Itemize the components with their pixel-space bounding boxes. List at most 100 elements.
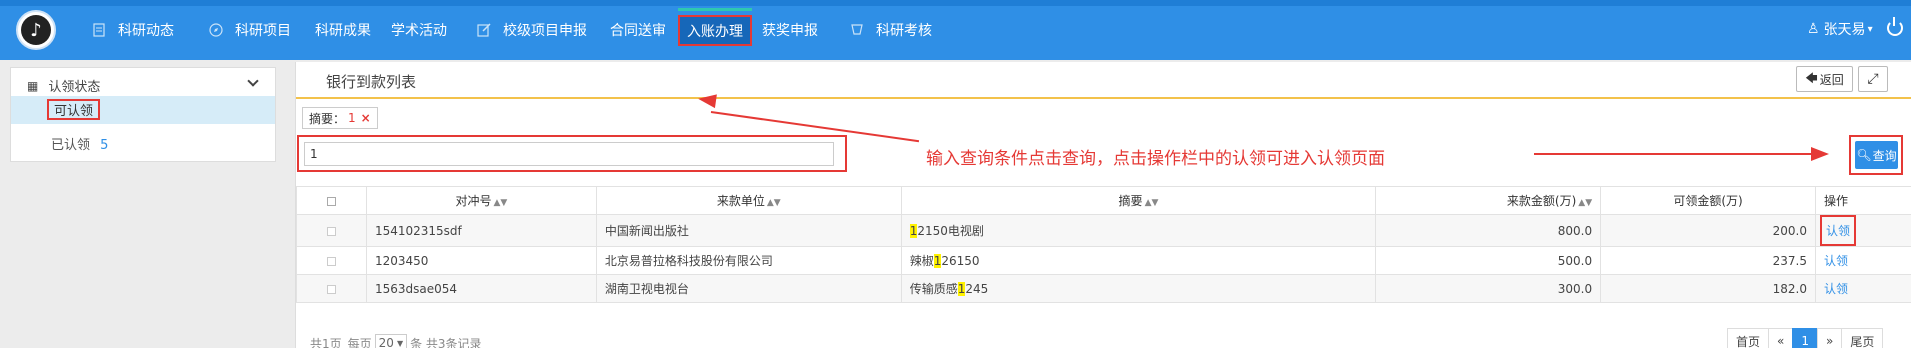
logo-mark-icon: ♪ — [21, 15, 51, 45]
annotation-arrow-left-head — [697, 91, 717, 109]
chevron-down-icon: ▼ — [396, 338, 404, 348]
search-icon: 🔍︎ — [1856, 148, 1872, 162]
nav-item-academic[interactable]: 学术活动 — [391, 18, 447, 42]
filter-label: 摘要： — [309, 111, 346, 126]
nav-item-projects[interactable]: 科研项目 — [209, 18, 291, 42]
table-footer: 共1页 每页 20 ▼ 条 共3条记录 — [310, 334, 482, 348]
per-page-label: 每页 — [347, 336, 372, 348]
cell-action: 认领 — [1815, 246, 1911, 275]
cell-action: 认领 — [1815, 214, 1911, 247]
row-checkbox[interactable] — [296, 214, 367, 247]
compass-icon — [209, 23, 223, 37]
user-menu[interactable]: ♙ 张天易 ▾ — [1807, 19, 1873, 39]
cell-summary: 辣椒126150 — [900, 246, 1377, 275]
nav-item-label: 学术活动 — [391, 23, 447, 39]
cell-code: 154102315sdf — [365, 214, 597, 247]
close-icon[interactable]: × — [361, 111, 371, 125]
sidebar-header-label: 认领状态 — [48, 80, 101, 95]
column-header[interactable]: 来款金额(万) ▲▼ — [1375, 186, 1602, 215]
sort-icon: ▲▼ — [766, 198, 781, 208]
claim-link[interactable]: 认领 — [1824, 282, 1848, 296]
sidebar-item-label: 已认领 — [51, 138, 91, 153]
grid-icon: ▦ — [27, 78, 39, 93]
main-panel: 银行到款列表 🡄 返回 ⤢ 摘要： 1 × 输入查询条件点击查询，点击操作栏中的… — [295, 62, 1911, 348]
data-table: 对冲号 ▲▼ 来款单位 ▲▼ 摘要 ▲▼ 来款金额(万) ▲▼ 可领金额(万) 操作 1… — [296, 186, 1911, 303]
nav-item-assessment[interactable]: 科研考核 — [850, 18, 932, 42]
nav-item-label: 校级项目申报 — [503, 23, 587, 39]
nav-item-contract[interactable]: 合同送审 — [610, 18, 666, 42]
prev-page-button[interactable]: « — [1768, 328, 1794, 348]
count-badge: 5 — [100, 138, 109, 153]
sidebar-item-label[interactable]: 可认领 — [47, 99, 101, 120]
back-button[interactable]: 🡄 返回 — [1796, 66, 1853, 92]
logo[interactable]: ♪ — [16, 10, 56, 50]
query-button-highlight: 🔍︎ 查询 — [1849, 135, 1903, 175]
power-icon[interactable] — [1887, 17, 1903, 36]
nav-top-strip — [0, 0, 1911, 6]
column-header[interactable]: 摘要 ▲▼ — [900, 186, 1377, 215]
pages-text: 共1页 — [310, 336, 342, 348]
claim-link[interactable]: 认领 — [1820, 215, 1857, 246]
title-divider — [296, 97, 1911, 99]
chevron-down-icon: ▾ — [1867, 23, 1873, 35]
nav-item-awards[interactable]: 获奖申报 — [762, 18, 818, 42]
user-icon: ♙ — [1807, 21, 1820, 37]
table-row: 154102315sdf 中国新闻出版社 12150电视剧 800.0 200.… — [296, 214, 1911, 247]
select-all-checkbox[interactable] — [296, 186, 367, 215]
table-header-row: 对冲号 ▲▼ 来款单位 ▲▼ 摘要 ▲▼ 来款金额(万) ▲▼ 可领金额(万) 操作 — [296, 186, 1911, 215]
annotation-arrow-right — [1534, 153, 1814, 155]
chevron-down-icon[interactable] — [247, 75, 259, 87]
page-title: 银行到款列表 — [326, 73, 417, 91]
sidebar: ▦ 认领状态 可认领 已认领 5 — [10, 67, 276, 162]
nav-item-news[interactable]: 科研动态 — [92, 18, 174, 42]
next-page-button[interactable]: » — [1817, 328, 1843, 348]
table-row: 1203450 北京易普拉格科技股份有限公司 辣椒126150 500.0 23… — [296, 246, 1911, 275]
sort-icon: ▲▼ — [493, 198, 508, 208]
user-name: 张天易 — [1823, 22, 1866, 38]
cell-claimable: 182.0 — [1600, 274, 1816, 303]
top-navbar: ♪ 科研动态 科研项目 科研成果 学术活动 校级项目申报 合同送审 入账办理 获… — [0, 0, 1911, 60]
cell-summary: 传输质感1245 — [900, 274, 1377, 303]
sort-icon: ▲▼ — [1144, 198, 1159, 208]
cell-summary: 12150电视剧 — [900, 214, 1377, 247]
claim-link[interactable]: 认领 — [1824, 254, 1848, 268]
expand-button[interactable]: ⤢ — [1858, 66, 1888, 92]
edit-icon — [477, 23, 491, 37]
per-page-select[interactable]: 20 ▼ — [374, 334, 408, 348]
table-row: 1563dsae054 湖南卫视电视台 传输质感1245 300.0 182.0… — [296, 274, 1911, 303]
row-checkbox[interactable] — [296, 246, 367, 275]
query-label: 查询 — [1872, 148, 1897, 163]
sidebar-item-claimed[interactable]: 已认领 5 — [51, 134, 108, 153]
annotation-text: 输入查询条件点击查询，点击操作栏中的认领可进入认领页面 — [926, 149, 1385, 169]
nav-item-results[interactable]: 科研成果 — [315, 18, 371, 42]
document-icon — [93, 23, 105, 37]
row-checkbox[interactable] — [296, 274, 367, 303]
cell-action: 认领 — [1815, 274, 1911, 303]
nav-item-accounting[interactable]: 入账办理 — [678, 8, 752, 46]
cell-unit: 湖南卫视电视台 — [595, 274, 902, 303]
last-page-button[interactable]: 尾页 — [1841, 328, 1884, 348]
column-header: 操作 — [1815, 186, 1911, 215]
cell-claimable: 200.0 — [1600, 214, 1816, 247]
cell-unit: 北京易普拉格科技股份有限公司 — [595, 246, 902, 275]
first-page-button[interactable]: 首页 — [1727, 328, 1770, 348]
nav-item-label: 科研动态 — [118, 23, 174, 39]
query-button[interactable]: 🔍︎ 查询 — [1855, 141, 1898, 169]
arrow-left-icon: 🡄 — [1805, 70, 1818, 85]
search-box-highlight — [297, 135, 847, 172]
nav-item-label: 入账办理 — [687, 23, 743, 40]
cell-code: 1203450 — [365, 246, 597, 275]
nav-item-school-project[interactable]: 校级项目申报 — [477, 18, 587, 42]
sidebar-header[interactable]: ▦ 认领状态 — [27, 76, 101, 96]
cell-amount: 500.0 — [1375, 246, 1602, 275]
search-input[interactable] — [304, 142, 834, 166]
nav-item-label: 合同送审 — [610, 23, 666, 39]
records-text: 条 共3条记录 — [410, 336, 482, 348]
column-header[interactable]: 来款单位 ▲▼ — [595, 186, 902, 215]
nav-item-label: 科研成果 — [315, 23, 371, 39]
cell-claimable: 237.5 — [1600, 246, 1816, 275]
nav-item-label: 科研项目 — [235, 23, 291, 39]
cell-code: 1563dsae054 — [365, 274, 597, 303]
column-header[interactable]: 对冲号 ▲▼ — [365, 186, 597, 215]
page-button-current[interactable]: 1 — [1792, 328, 1818, 348]
